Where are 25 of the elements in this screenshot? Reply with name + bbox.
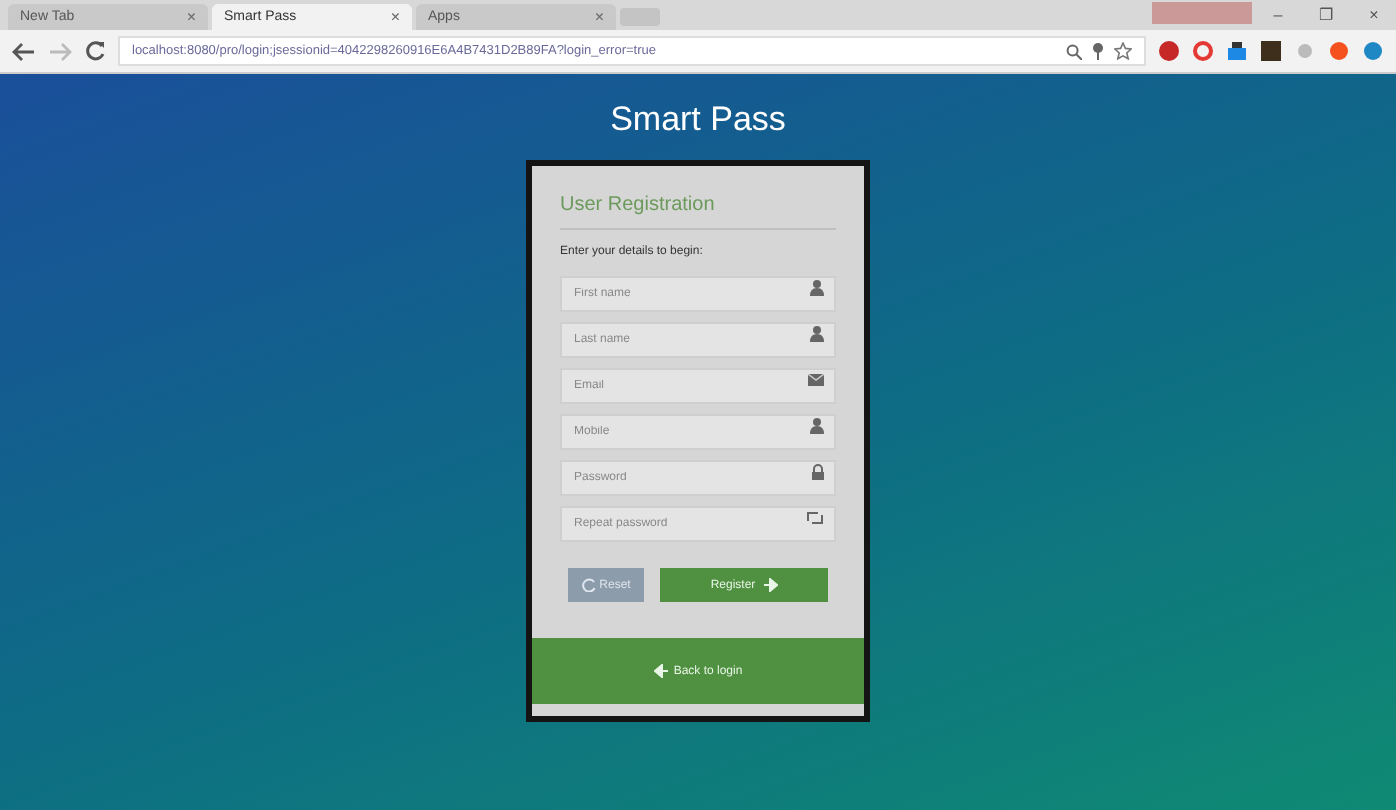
refresh-icon [581, 578, 596, 592]
form-heading: User Registration [560, 194, 836, 230]
envelope-icon [808, 374, 824, 386]
lock-icon [812, 464, 824, 480]
back-arrow-icon[interactable] [12, 41, 36, 61]
arrow-right-icon [763, 578, 778, 592]
close-tab-button[interactable]: × [390, 8, 400, 26]
app-title: Smart Pass [610, 100, 786, 142]
repeat-icon [806, 511, 824, 525]
window-control-button[interactable]: – [1256, 6, 1300, 24]
extension-icon[interactable] [1226, 40, 1248, 62]
user-icon [810, 326, 824, 342]
extension-icon[interactable] [1260, 40, 1282, 62]
pin-icon[interactable] [1092, 42, 1104, 60]
window-control-button[interactable]: × [1352, 6, 1396, 24]
star-icon[interactable] [1114, 42, 1132, 60]
reload-icon[interactable] [84, 40, 106, 62]
arrow-left-icon [653, 664, 668, 678]
close-tab-button[interactable]: × [186, 8, 196, 26]
extension-icon[interactable] [1158, 40, 1180, 62]
user-icon [810, 280, 824, 296]
window-control-button[interactable]: ❐ [1304, 6, 1348, 24]
search-icon[interactable] [1066, 43, 1082, 59]
close-tab-button[interactable]: × [594, 8, 604, 26]
user-icon [810, 418, 824, 434]
